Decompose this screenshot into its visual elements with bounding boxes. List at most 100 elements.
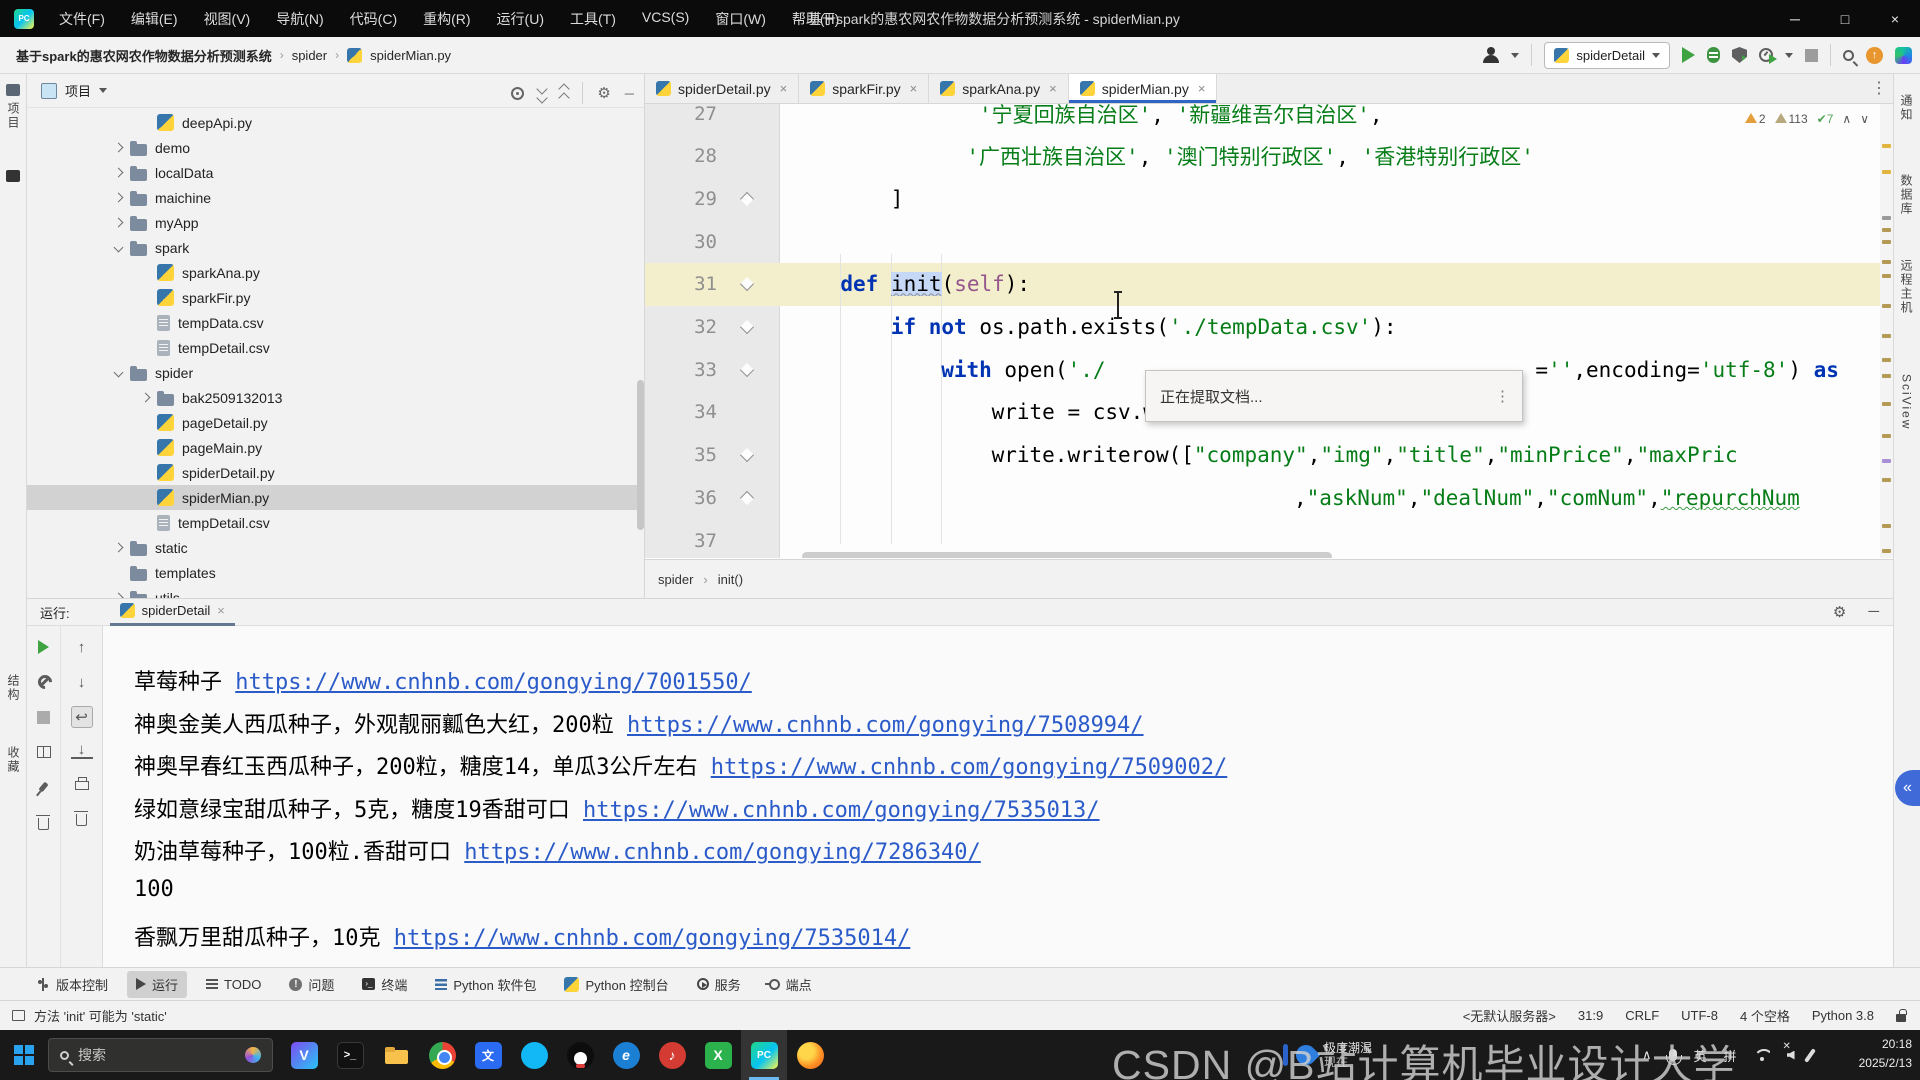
menu-item[interactable]: 重构(R): [412, 5, 481, 33]
taskbar-app-clip-v[interactable]: V: [281, 1030, 327, 1080]
breadcrumb-project[interactable]: 基于spark的惠农网农作物数据分析预测系统: [16, 46, 272, 65]
console-link[interactable]: https://www.cnhnb.com/gongying/7509002/: [711, 755, 1228, 780]
prev-issue-icon[interactable]: ∧: [1842, 112, 1851, 126]
taskbar-app-tencent-docs[interactable]: 文: [465, 1030, 511, 1080]
volume-muted-icon[interactable]: ✕: [1787, 1051, 1791, 1060]
fold-down-icon[interactable]: [717, 322, 777, 332]
toolwindow-终端[interactable]: ›_终端: [353, 971, 416, 998]
profiler-button[interactable]: [1759, 48, 1773, 62]
close-icon[interactable]: ×: [1049, 81, 1057, 96]
sidebar-tab-SciView[interactable]: SciView: [1893, 374, 1920, 430]
taskbar-app-file-explorer[interactable]: [373, 1030, 419, 1080]
console-link[interactable]: https://www.cnhnb.com/gongying/7286340/: [464, 840, 981, 865]
status-item[interactable]: Python 3.8: [1812, 1008, 1874, 1023]
breadcrumb-method[interactable]: init(): [718, 572, 743, 587]
pin-icon[interactable]: [33, 776, 55, 798]
fold-down-icon[interactable]: [717, 450, 777, 460]
error-stripe[interactable]: [1880, 104, 1893, 558]
search-everywhere-icon[interactable]: [1843, 50, 1854, 61]
toolwindow-端点[interactable]: 端点: [760, 971, 821, 998]
stripe-mark[interactable]: [1882, 216, 1891, 220]
fold-up-icon[interactable]: [717, 493, 777, 503]
code-line-36[interactable]: 36,"askNum","dealNum","comNum","repurchN…: [645, 476, 1880, 519]
tree-item[interactable]: maichine: [27, 185, 644, 210]
hide-panel-icon[interactable]: ─: [1868, 603, 1879, 621]
taskbar-app-firefox[interactable]: [787, 1030, 833, 1080]
editor-tab-spiderDetail.py[interactable]: spiderDetail.py×: [645, 74, 799, 103]
close-icon[interactable]: ×: [910, 81, 918, 96]
user-icon[interactable]: [1483, 47, 1499, 63]
menu-item[interactable]: 编辑(E): [120, 5, 189, 33]
bookmark-icon[interactable]: [6, 170, 20, 182]
restore-layout-icon[interactable]: [33, 741, 55, 763]
tree-item[interactable]: tempDetail.csv: [27, 510, 644, 535]
stripe-mark[interactable]: [1882, 304, 1891, 308]
event-log-icon[interactable]: [12, 1010, 25, 1021]
code-line-31[interactable]: 31def init(self):: [645, 263, 1880, 306]
code-line-35[interactable]: 35write.writerow(["company","img","title…: [645, 434, 1880, 477]
status-item[interactable]: <无默认服务器>: [1463, 1006, 1556, 1025]
toolwindow-服务[interactable]: 服务: [688, 971, 750, 998]
project-tool-icon[interactable]: [6, 84, 20, 96]
stripe-mark[interactable]: [1882, 274, 1891, 278]
next-issue-icon[interactable]: ∨: [1860, 112, 1869, 126]
breadcrumb-class[interactable]: spider: [658, 572, 693, 587]
code-line-28[interactable]: 28'广西壮族自治区', '澳门特别行政区', '香港特别行政区': [645, 135, 1880, 178]
more-tabs-icon[interactable]: ⋮: [1871, 78, 1887, 98]
toolwindow-TODO[interactable]: TODO: [197, 973, 270, 996]
sidebar-tab-数据库[interactable]: 数据库: [1893, 174, 1920, 216]
taskbar-app-qq[interactable]: [557, 1030, 603, 1080]
taskbar-app-netease-music[interactable]: ♪: [649, 1030, 695, 1080]
chevron-right-icon[interactable]: [107, 169, 130, 176]
menu-item[interactable]: 视图(V): [193, 5, 262, 33]
locate-file-icon[interactable]: [511, 87, 524, 100]
chevron-down-icon[interactable]: [107, 244, 130, 251]
code-with-me-icon[interactable]: [1895, 47, 1912, 64]
taskbar-app-xshell[interactable]: X: [695, 1030, 741, 1080]
editor-tab-sparkAna.py[interactable]: sparkAna.py×: [929, 74, 1068, 103]
down-stack-icon[interactable]: ↓: [71, 671, 93, 693]
editor-tab-sparkFir.py[interactable]: sparkFir.py×: [799, 74, 929, 103]
tree-item[interactable]: sparkFir.py: [27, 285, 644, 310]
scroll-to-end-icon[interactable]: ↓: [71, 741, 93, 759]
taskbar-app-tim[interactable]: [511, 1030, 557, 1080]
console-link[interactable]: https://www.cnhnb.com/gongying/7535014/: [394, 926, 911, 951]
toolwindow-版本控制[interactable]: 版本控制: [28, 971, 117, 998]
taskbar-app-edge[interactable]: e: [603, 1030, 649, 1080]
code-line-30[interactable]: 30: [645, 220, 1880, 263]
taskbar-app-terminal[interactable]: >_: [327, 1030, 373, 1080]
status-item[interactable]: 31:9: [1578, 1008, 1603, 1023]
stripe-mark[interactable]: [1882, 549, 1891, 553]
status-item[interactable]: UTF-8: [1681, 1008, 1718, 1023]
stripe-mark[interactable]: [1882, 374, 1891, 378]
run-button[interactable]: [1682, 47, 1695, 63]
tree-item[interactable]: pageDetail.py: [27, 410, 644, 435]
tree-item[interactable]: spider: [27, 360, 644, 385]
chevron-right-icon[interactable]: [107, 219, 130, 226]
run-tab[interactable]: spiderDetail ×: [110, 598, 235, 626]
stripe-mark[interactable]: [1882, 170, 1891, 174]
menu-item[interactable]: VCS(S): [631, 5, 700, 33]
gear-icon[interactable]: ⚙: [597, 84, 610, 102]
breadcrumb-folder[interactable]: spider: [292, 48, 327, 63]
stripe-mark[interactable]: [1882, 144, 1891, 148]
collapse-all-icon[interactable]: [560, 85, 568, 102]
code-line-27[interactable]: 27'宁夏回族自治区', '新疆维吾尔自治区',: [645, 104, 1880, 135]
chevron-right-icon[interactable]: [107, 194, 130, 201]
close-icon[interactable]: ×: [1198, 81, 1206, 96]
stripe-mark[interactable]: [1882, 478, 1891, 482]
stripe-mark[interactable]: [1882, 459, 1891, 463]
chevron-down-icon[interactable]: [99, 88, 107, 93]
start-button[interactable]: [0, 1030, 48, 1080]
menu-item[interactable]: 代码(C): [339, 5, 408, 33]
fold-down-icon[interactable]: [717, 279, 777, 289]
sidebar-tab-远程主机[interactable]: 远程主机: [1893, 259, 1920, 315]
toolwindow-问题[interactable]: !问题: [280, 971, 343, 998]
console-link[interactable]: https://www.cnhnb.com/gongying/7508994/: [627, 713, 1144, 738]
close-icon[interactable]: ×: [780, 81, 788, 96]
menu-item[interactable]: 导航(N): [265, 5, 334, 33]
up-stack-icon[interactable]: ↑: [71, 636, 93, 658]
breadcrumb-file[interactable]: spiderMian.py: [370, 48, 451, 63]
horizontal-scrollbar[interactable]: [802, 552, 1332, 558]
taskbar-app-pycharm[interactable]: PC: [741, 1030, 787, 1080]
